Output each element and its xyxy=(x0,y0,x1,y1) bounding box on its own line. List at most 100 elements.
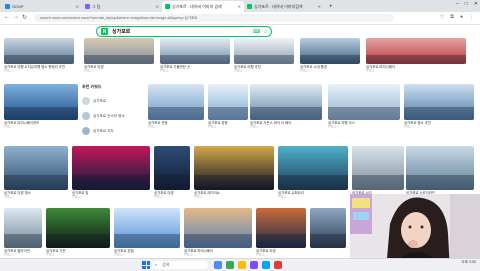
search-bar[interactable]: N 싱가포르 ⌨ ⌕ xyxy=(96,26,272,37)
chrome-icon[interactable] xyxy=(226,261,234,269)
close-window-icon[interactable]: ✕ xyxy=(474,1,478,7)
windows-taskbar: ⌕ 검색 오후 3:30 xyxy=(0,258,480,271)
browser-tab[interactable]: SOOP ✕ xyxy=(2,1,82,12)
image-thumbnail[interactable] xyxy=(4,38,74,64)
image-thumbnail[interactable] xyxy=(256,208,306,248)
image-source: 블로그 xyxy=(84,69,93,72)
image-thumbnail[interactable] xyxy=(154,146,190,190)
image-result-tile[interactable]: 싱가포르 관광 블로그 xyxy=(148,84,204,129)
image-result-tile[interactable]: 싱가포르 시티블로그 xyxy=(352,146,404,199)
image-result-tile[interactable] xyxy=(310,208,346,248)
tab-favicon-icon xyxy=(85,4,90,9)
image-result-tile[interactable]: 싱가포르 여행 추천 블로그 xyxy=(234,38,294,73)
image-result-tile[interactable]: 싱가포르 야경 명소 블로그 xyxy=(4,146,68,199)
maximize-icon[interactable]: □ xyxy=(465,1,468,7)
image-source: 블로그 xyxy=(234,69,243,72)
image-thumbnail[interactable] xyxy=(72,146,150,190)
image-result-tile[interactable]: 싱가포르 슈퍼트리 블로그 xyxy=(278,146,348,199)
star-icon[interactable]: ☆ xyxy=(440,14,444,20)
image-thumbnail[interactable] xyxy=(300,38,360,64)
folder-icon[interactable] xyxy=(238,261,246,269)
image-result-tile[interactable]: 싱가포르 밤 블로그 xyxy=(72,146,150,199)
close-icon[interactable]: ✕ xyxy=(76,4,79,9)
profile-icon[interactable]: ● xyxy=(460,14,463,20)
extensions-icon[interactable]: ⧉ xyxy=(450,14,454,20)
image-thumbnail[interactable] xyxy=(234,38,294,64)
skyline-shape xyxy=(4,234,42,248)
close-icon[interactable]: ✕ xyxy=(238,4,241,9)
tab-favicon-icon xyxy=(165,4,170,9)
image-thumbnail[interactable] xyxy=(148,84,204,120)
search-input[interactable]: 싱가포르 xyxy=(112,28,130,35)
taskbar-search-input[interactable]: ⌕ 검색 xyxy=(152,261,208,269)
related-keyword-item[interactable]: 싱가포르 인스타 명소 xyxy=(82,112,144,120)
image-thumbnail[interactable] xyxy=(194,146,274,190)
image-thumbnail[interactable] xyxy=(114,208,180,248)
browser-tab[interactable]: 싱가포르 : 네이버 이미지검색 ✕ xyxy=(244,1,324,12)
skyline-shape xyxy=(352,175,404,190)
image-caption[interactable]: 싱가포르 여행 & 자유여행 명소 총정리 추천 xyxy=(4,65,74,69)
image-thumbnail[interactable] xyxy=(366,38,466,64)
browser-tab[interactable]: 그 팀 ✕ xyxy=(82,1,162,12)
image-thumbnail[interactable] xyxy=(404,84,474,120)
related-keyword-item[interactable]: 싱가포르 xyxy=(82,97,144,105)
image-result-tile[interactable]: 싱가포르 스카이라인블로그 xyxy=(406,146,474,199)
skyline-shape xyxy=(256,234,306,248)
reload-icon[interactable]: ↻ xyxy=(22,14,27,21)
image-thumbnail[interactable] xyxy=(184,208,252,248)
thumbnail-icon xyxy=(82,127,90,135)
image-thumbnail[interactable] xyxy=(84,38,154,64)
image-result-tile[interactable]: 싱가포르 공원 블로그 xyxy=(208,84,248,129)
image-thumbnail[interactable] xyxy=(328,84,400,120)
image-result-tile[interactable]: 싱가포르 여행 & 자유여행 명소 총정리 추천 블로그 xyxy=(4,38,74,73)
media-app-icon[interactable] xyxy=(274,261,282,269)
windows-start-icon[interactable] xyxy=(142,261,150,269)
image-result-tile[interactable]: 싱가포르 가볼만한 곳 블로그 xyxy=(160,38,230,73)
back-icon[interactable]: ← xyxy=(4,14,10,20)
minimize-icon[interactable]: – xyxy=(456,1,459,7)
image-thumbnail[interactable] xyxy=(250,84,322,120)
search-icon[interactable]: ⌕ xyxy=(264,29,267,35)
skyline-shape xyxy=(310,234,346,248)
store-icon[interactable] xyxy=(262,261,270,269)
image-thumbnail[interactable] xyxy=(310,208,346,248)
skyline-shape xyxy=(250,107,322,120)
image-result-tile[interactable]: 싱가포르 가든스 바이 더 베이 블로그 xyxy=(250,84,322,129)
image-result-tile[interactable]: 싱가포르 명소 추천 블로그 xyxy=(404,84,474,129)
image-thumbnail[interactable] xyxy=(406,146,474,190)
image-thumbnail[interactable] xyxy=(46,208,110,248)
url-field[interactable]: search.naver.com/search.naver?sm=tab_hty… xyxy=(34,14,394,22)
image-result-tile[interactable]: 싱가포르 가든 블로그 xyxy=(46,208,110,257)
image-thumbnail[interactable] xyxy=(4,146,68,190)
browser-tab-strip: SOOP ✕ 그 팀 ✕ 싱가포르 : 네이버 이미지 검색 ✕ 싱가포르 : … xyxy=(0,0,480,12)
image-result-tile[interactable]: 싱가포르 시내 풍경 블로그 xyxy=(300,38,360,73)
file-explorer-icon[interactable] xyxy=(214,261,222,269)
related-keyword-item[interactable]: 싱가포르 지도 xyxy=(82,127,144,135)
image-result-tile[interactable]: 싱가포르 야경 블로그 xyxy=(256,208,306,257)
image-thumbnail[interactable] xyxy=(208,84,248,120)
close-icon[interactable]: ✕ xyxy=(156,4,159,9)
image-thumbnail[interactable] xyxy=(4,208,42,248)
close-icon[interactable]: ✕ xyxy=(318,4,321,9)
image-result-tile[interactable]: 싱가포르 야경 블로그 xyxy=(154,146,190,199)
image-result-tile[interactable]: 싱가포르 호텔 블로그 xyxy=(114,208,180,257)
image-result-tile[interactable]: 싱가포르 마리나베이 블로그 xyxy=(366,38,466,73)
image-result-tile[interactable]: 싱가포르 멀라이언 블로그 xyxy=(4,208,42,257)
image-result-tile[interactable]: 싱가포르 마리나베이샌즈 블로그 xyxy=(4,84,78,129)
image-source: 블로그 xyxy=(404,125,413,128)
image-thumbnail[interactable] xyxy=(352,146,404,190)
image-result-tile[interactable]: 싱가포르 야경 블로그 xyxy=(84,38,154,73)
app-icon[interactable] xyxy=(250,261,258,269)
browser-tab-active[interactable]: 싱가포르 : 네이버 이미지 검색 ✕ xyxy=(162,1,244,12)
image-result-tile[interactable]: 싱가포르 여행 코스 블로그 xyxy=(328,84,400,129)
image-result-tile[interactable]: 싱가포르 마리나베이 블로그 xyxy=(184,208,252,257)
image-thumbnail[interactable] xyxy=(160,38,230,64)
forward-icon[interactable]: → xyxy=(13,14,19,20)
image-thumbnail[interactable] xyxy=(4,84,78,120)
naver-logo-icon[interactable]: N xyxy=(101,28,108,35)
keyboard-icon[interactable]: ⌨ xyxy=(253,29,260,35)
new-tab-icon[interactable]: + xyxy=(326,1,336,12)
menu-icon[interactable]: ⋮ xyxy=(469,14,474,20)
image-thumbnail[interactable] xyxy=(278,146,348,190)
image-result-tile[interactable]: 싱가포르 레이저쇼 블로그 xyxy=(194,146,274,199)
